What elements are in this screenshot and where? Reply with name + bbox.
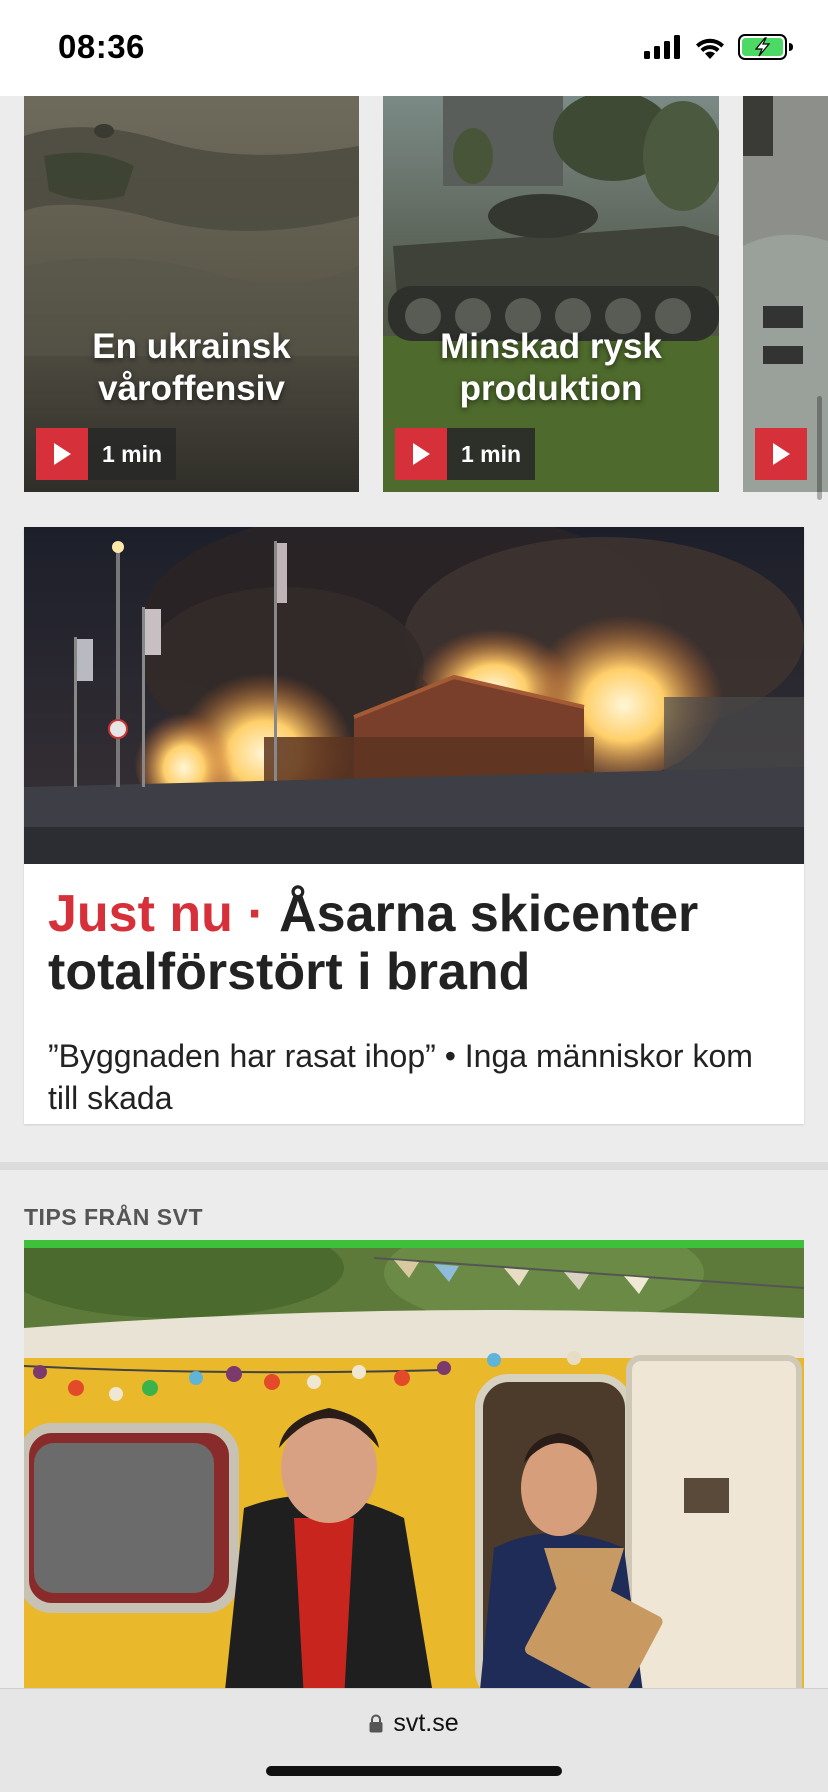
play-icon <box>773 443 790 465</box>
section-divider <box>0 1162 828 1170</box>
video-title: Minskad rysk produktion <box>440 327 662 408</box>
play-button[interactable] <box>36 428 88 480</box>
video-duration: 1 min <box>88 428 177 480</box>
browser-address-bar[interactable]: svt.se <box>0 1688 828 1792</box>
status-time: 08:36 <box>58 28 145 65</box>
status-bar: 08:36 <box>0 0 828 96</box>
play-button[interactable] <box>395 428 447 480</box>
video-card[interactable]: Minskad rysk produktion 1 min <box>383 96 719 492</box>
video-card[interactable] <box>743 96 828 492</box>
article-summary: ”Byggnaden har rasat ihop” • Inga männis… <box>48 1038 753 1116</box>
article-headline[interactable]: Just nu · Åsarna skicenter totalförstört… <box>48 885 788 1001</box>
video-title: En ukrainsk våroffensiv <box>92 327 291 408</box>
video-play-badge[interactable]: 1 min <box>395 428 536 480</box>
signal-icon <box>644 35 680 59</box>
wifi-icon <box>696 38 724 59</box>
battery-charging-icon <box>738 34 793 60</box>
page-content[interactable]: En ukrainsk våroffensiv 1 min Minskad ry… <box>0 96 828 1688</box>
article-image <box>24 527 804 864</box>
scroll-indicator[interactable] <box>817 396 822 500</box>
url-text: svt.se <box>393 1709 459 1737</box>
video-play-badge[interactable] <box>755 428 807 480</box>
play-icon <box>54 443 71 465</box>
play-button[interactable] <box>755 428 807 480</box>
status-icons <box>644 34 794 60</box>
lock-icon <box>369 1714 383 1733</box>
url-field[interactable]: svt.se <box>0 1709 828 1738</box>
section-heading-tips: TIPS FRÅN SVT <box>24 1204 204 1230</box>
kicker-separator: · <box>232 885 280 943</box>
video-duration: 1 min <box>447 428 536 480</box>
video-card[interactable]: En ukrainsk våroffensiv 1 min <box>24 96 359 492</box>
news-article-card[interactable]: Just nu · Åsarna skicenter totalförstört… <box>24 527 804 1124</box>
video-carousel[interactable]: En ukrainsk våroffensiv 1 min Minskad ry… <box>0 96 828 492</box>
play-icon <box>413 443 430 465</box>
breaking-news-kicker: Just nu <box>48 885 233 943</box>
promo-card[interactable] <box>24 1240 804 1688</box>
video-play-badge[interactable]: 1 min <box>36 428 177 480</box>
fire-photo <box>24 527 804 864</box>
promo-image <box>24 1248 804 1688</box>
home-indicator[interactable] <box>266 1766 562 1776</box>
